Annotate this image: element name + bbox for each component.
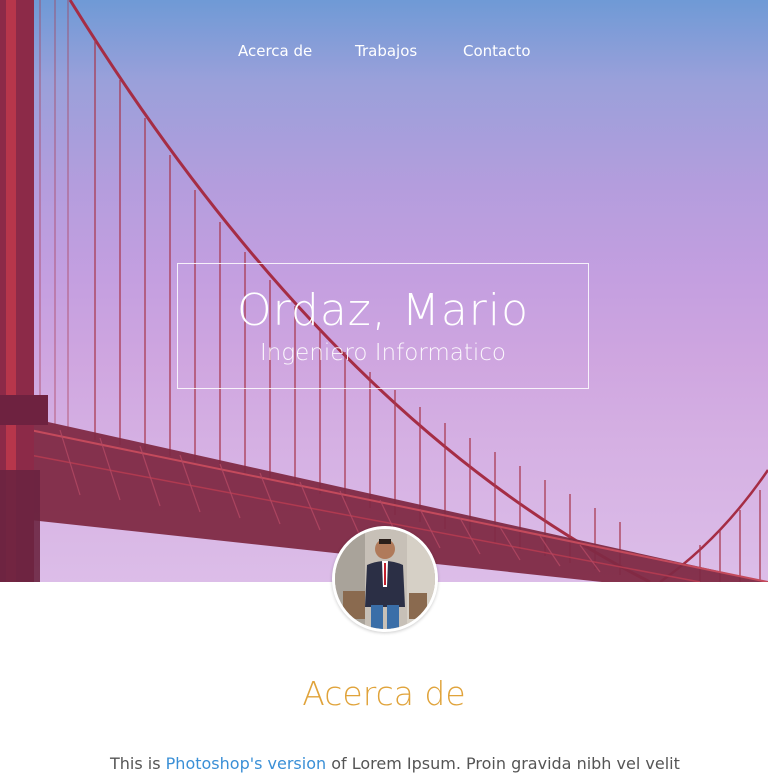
top-navigation: Acerca de Trabajos Contacto <box>0 40 768 62</box>
about-section-title: Acerca de <box>302 674 466 713</box>
avatar-photo <box>335 529 435 629</box>
nav-link-acerca-de[interactable]: Acerca de <box>238 40 312 62</box>
about-text-after: of Lorem Ipsum. Proin gravida nibh vel v… <box>326 754 680 773</box>
hero-title-box: Ordaz, Mario Ingeniero Informatico <box>177 263 589 389</box>
hero-role: Ingeniero Informatico <box>260 340 506 366</box>
hero-name: Ordaz, Mario <box>236 285 530 336</box>
photoshop-link[interactable]: Photoshop's version <box>166 754 326 773</box>
nav-link-contacto[interactable]: Contacto <box>463 40 531 62</box>
nav-link-trabajos[interactable]: Trabajos <box>355 40 417 62</box>
hero-banner: Acerca de Trabajos Contacto Ordaz, Mario… <box>0 0 768 582</box>
about-section-text: This is Photoshop's version of Lorem Ips… <box>110 752 710 776</box>
about-text-before: This is <box>110 754 166 773</box>
avatar <box>332 526 438 632</box>
